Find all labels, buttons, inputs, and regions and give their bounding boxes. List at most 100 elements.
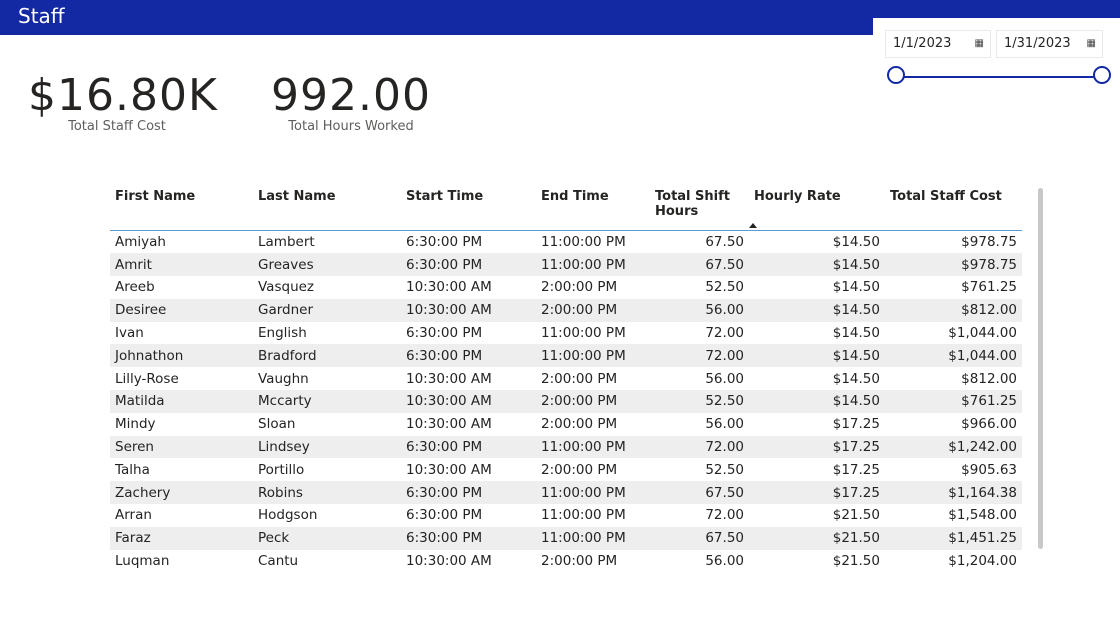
table-row[interactable]: Amrit Greaves 6:30:00 PM 11:00:00 PM 67.50 $1… — [110, 253, 1022, 277]
table-row[interactable]: Faraz Peck 6:30:00 PM 11:00:00 PM 67.50 $21.5… — [110, 526, 1022, 550]
table-cell: Faraz — [110, 526, 253, 550]
table-cell: $14.50 — [749, 344, 885, 368]
table-cell: $17.25 — [749, 481, 885, 505]
table-scrollbar[interactable] — [1038, 188, 1043, 549]
table-cell: $1,242.00 — [885, 435, 1022, 459]
column-header-hourly-rate-label: Hourly Rate — [754, 189, 841, 204]
table-cell: $14.50 — [832, 370, 880, 387]
start-date-input[interactable]: 1/1/2023 ▦ — [885, 30, 991, 58]
table-cell: Zachery — [110, 481, 253, 505]
table-row[interactable]: Luqman Cantu 10:30:00 AM 2:00:00 PM 56.00 $21… — [110, 550, 1022, 573]
table-cell: 11:00:00 PM — [536, 481, 650, 505]
kpi-total-staff-cost: $16.80K Total Staff Cost — [28, 70, 218, 134]
table-row[interactable]: Lilly-Rose Vaughn 10:30:00 AM 2:00:00 PM 56.… — [110, 367, 1022, 390]
kpi-label: Total Staff Cost — [68, 119, 166, 134]
table-row[interactable]: Areeb Vasquez 10:30:00 AM 2:00:00 PM 52.50 $1… — [110, 276, 1022, 299]
table-cell: 10:30:00 AM — [406, 461, 492, 478]
table-row[interactable]: Talha Portillo 10:30:00 AM 2:00:00 PM 52.50 $… — [110, 458, 1022, 481]
table-row[interactable]: Matilda Mccarty 10:30:00 AM 2:00:00 PM 52.50… — [110, 390, 1022, 413]
table-row[interactable]: Arran Hodgson 6:30:00 PM 11:00:00 PM 72.00 $2… — [110, 504, 1022, 527]
table-cell: 2:00:00 PM — [541, 461, 618, 478]
table-cell: $17.25 — [832, 416, 880, 433]
sort-ascending-icon — [749, 222, 757, 228]
table-cell: Ivan — [115, 325, 144, 342]
table-cell: Desiree — [110, 298, 253, 322]
date-slider-end-handle[interactable] — [1093, 66, 1111, 84]
table-cell: 6:30:00 PM — [406, 325, 483, 342]
table-cell: 72.00 — [650, 435, 749, 459]
date-range-slicer: 1/1/2023 ▦ 1/31/2023 ▦ — [873, 18, 1120, 100]
table-cell: 72.00 — [705, 507, 744, 524]
column-header-hourly-rate[interactable]: Hourly Rate — [749, 186, 885, 231]
table-cell: 11:00:00 PM — [536, 526, 650, 550]
table-cell: Gardner — [253, 298, 401, 322]
kpi-value: $16.80K — [28, 70, 218, 121]
date-slider-track[interactable] — [898, 76, 1104, 78]
table-row[interactable]: Mindy Sloan 10:30:00 AM 2:00:00 PM 56.00 $17.… — [110, 413, 1022, 436]
end-date-input[interactable]: 1/31/2023 ▦ — [996, 30, 1103, 58]
column-header-total-shift-hours[interactable]: Total Shift Hours — [650, 186, 749, 231]
table-row[interactable]: Johnathon Bradford 6:30:00 PM 11:00:00 PM 72… — [110, 344, 1022, 368]
table-cell: Areeb — [115, 279, 155, 296]
table-cell: 11:00:00 PM — [541, 233, 626, 250]
table-cell: 2:00:00 PM — [541, 553, 618, 570]
table-cell: $14.50 — [749, 390, 885, 413]
calendar-icon[interactable]: ▦ — [1087, 31, 1096, 57]
table-cell: 10:30:00 AM — [401, 298, 536, 322]
end-date-value: 1/31/2023 — [1004, 36, 1071, 51]
column-header-first-name[interactable]: First Name — [110, 186, 253, 231]
table-row[interactable]: Desiree Gardner 10:30:00 AM 2:00:00 PM 56.00… — [110, 298, 1022, 322]
table-cell: 10:30:00 AM — [401, 390, 536, 413]
column-header-last-name[interactable]: Last Name — [253, 186, 401, 231]
table-cell: $14.50 — [749, 253, 885, 277]
table-cell: $14.50 — [832, 233, 880, 250]
staff-table: First Name Last Name Start Time End Time… — [110, 186, 1022, 576]
kpi-total-hours-worked: 992.00 Total Hours Worked — [270, 70, 432, 134]
table-cell: 11:00:00 PM — [536, 344, 650, 368]
table-cell: Peck — [253, 526, 401, 550]
table-cell: 6:30:00 PM — [401, 344, 536, 368]
table-cell: 6:30:00 PM — [401, 253, 536, 277]
table-cell: $812.00 — [961, 370, 1017, 387]
table-cell: 6:30:00 PM — [406, 507, 483, 524]
table-cell: $761.25 — [961, 279, 1017, 296]
table-cell: 11:00:00 PM — [541, 325, 626, 342]
column-header-end-time[interactable]: End Time — [536, 186, 650, 231]
table-cell: Amrit — [110, 253, 253, 277]
table-cell: $1,204.00 — [948, 553, 1017, 570]
table-cell: 11:00:00 PM — [541, 507, 626, 524]
column-header-start-time[interactable]: Start Time — [401, 186, 536, 231]
table-cell: $905.63 — [961, 461, 1017, 478]
table-cell: 67.50 — [650, 526, 749, 550]
table-cell: Greaves — [253, 253, 401, 277]
table-cell: $1,044.00 — [885, 344, 1022, 368]
column-header-total-staff-cost[interactable]: Total Staff Cost — [885, 186, 1022, 231]
date-slider-start-handle[interactable] — [887, 66, 905, 84]
table-cell: Robins — [253, 481, 401, 505]
table-row[interactable]: Ivan English 6:30:00 PM 11:00:00 PM 72.00 $14… — [110, 322, 1022, 345]
table-cell: Lambert — [258, 233, 315, 250]
table-cell: $761.25 — [885, 390, 1022, 413]
table-cell: $17.25 — [749, 435, 885, 459]
table-cell: 2:00:00 PM — [536, 390, 650, 413]
table-cell: 56.00 — [705, 370, 744, 387]
table-cell: 6:30:00 PM — [406, 233, 483, 250]
table-cell: 56.00 — [705, 553, 744, 570]
table-row[interactable]: Seren Lindsey 6:30:00 PM 11:00:00 PM 72.00 $1… — [110, 435, 1022, 459]
table-cell: Seren — [110, 435, 253, 459]
table-cell: Luqman — [115, 553, 170, 570]
table-row[interactable]: Amiyah Lambert 6:30:00 PM 11:00:00 PM 67.50 $… — [110, 230, 1022, 253]
table-cell: Amiyah — [115, 233, 166, 250]
table-cell: Hodgson — [258, 507, 318, 524]
table-cell: 67.50 — [705, 233, 744, 250]
table-cell: 67.50 — [650, 481, 749, 505]
table-cell: $1,451.25 — [885, 526, 1022, 550]
table-row[interactable]: Zachery Robins 6:30:00 PM 11:00:00 PM 67.50 $… — [110, 481, 1022, 505]
table-cell: 52.50 — [705, 461, 744, 478]
table-cell: $1,164.38 — [885, 481, 1022, 505]
table-cell: 10:30:00 AM — [406, 279, 492, 296]
table-cell: 56.00 — [705, 416, 744, 433]
calendar-icon[interactable]: ▦ — [975, 31, 984, 57]
table-cell: $21.50 — [749, 526, 885, 550]
table-cell: 6:30:00 PM — [401, 435, 536, 459]
